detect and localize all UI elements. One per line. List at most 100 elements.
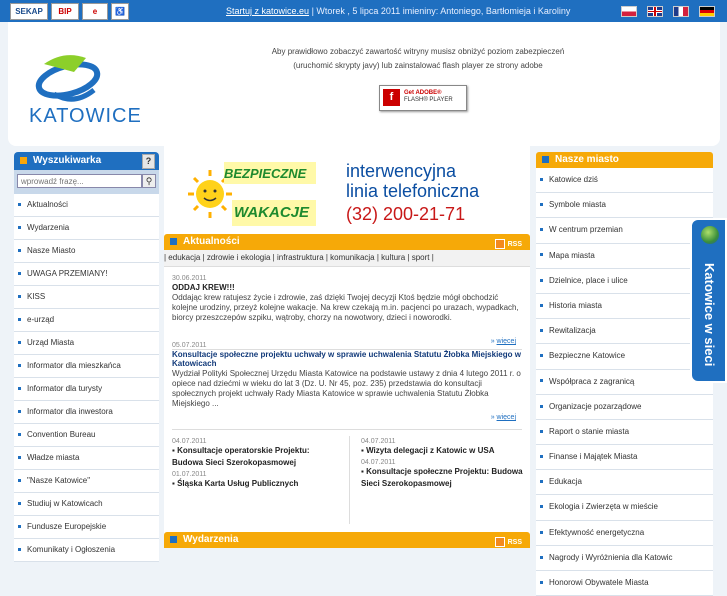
news-date: 04.07.2011 — [361, 459, 396, 466]
bullet-icon — [170, 535, 177, 543]
city-menu-item[interactable]: Bezpieczne Katowice — [536, 344, 713, 370]
news-text: Oddając krew ratujesz życie i zdrowie, z… — [172, 293, 519, 322]
rss-link[interactable]: RSS — [494, 535, 522, 551]
city-menu-item[interactable]: Katowice dziś — [536, 168, 713, 194]
de-flag-icon[interactable] — [699, 6, 715, 17]
sekap-logo[interactable]: SEKAP — [10, 3, 48, 20]
left-menu-item[interactable]: Aktualności — [14, 194, 159, 217]
flash-icon: f — [383, 89, 400, 106]
side-tab-label: Katowice w sieci — [702, 263, 717, 367]
get-flash-button[interactable]: f Get ADOBE® FLASH® PLAYER — [379, 85, 467, 111]
help-button[interactable]: ? — [142, 154, 155, 169]
city-title: Nasze miasto — [555, 154, 619, 165]
city-menu-item[interactable]: Efektywność energetyczna — [536, 520, 713, 546]
left-menu-item[interactable]: Informator dla mieszkańca — [14, 355, 159, 378]
left-menu-item[interactable]: e-urząd — [14, 309, 159, 332]
globe-icon — [701, 226, 719, 244]
city-menu-item[interactable]: Współpraca z zagranicą — [536, 369, 713, 395]
city-menu-item[interactable]: Mapa miasta — [536, 243, 713, 269]
main-content: BEZPIECZNE WAKACJE interwencyjna linia t… — [164, 146, 531, 548]
city-menu-item[interactable]: Rewitalizacja — [536, 319, 713, 345]
left-menu-item[interactable]: Informator dla inwestora — [14, 401, 159, 424]
left-menu-item[interactable]: Wydarzenia — [14, 217, 159, 240]
city-menu-item[interactable]: W centrum przemian — [536, 218, 713, 244]
left-menu: Aktualności Wydarzenia Nasze Miasto UWAG… — [14, 194, 159, 562]
news-title-link[interactable]: ▪ Wizyta delegacji z Katowic w USA — [361, 445, 531, 457]
left-menu-item[interactable]: Informator dla turysty — [14, 378, 159, 401]
news-date: 05.07.2011 — [172, 342, 207, 349]
left-menu-item[interactable]: Nasze Miasto — [14, 240, 159, 263]
news-date: 04.07.2011 — [361, 438, 396, 445]
top-bar: SEKAP BIP e ♿ Startuj z katowice.eu | Wt… — [0, 0, 727, 22]
left-menu-item[interactable]: "Nasze Katowice" — [14, 470, 159, 493]
city-menu-item[interactable]: Nagrody i Wyróżnienia dla Katowic — [536, 545, 713, 571]
e-urzad-logo[interactable]: e — [82, 3, 108, 20]
banner-title-2: WAKACJE — [234, 204, 310, 221]
left-menu-item[interactable]: UWAGA PRZEMIANY! — [14, 263, 159, 286]
city-menu-item[interactable]: Finanse i Majątek Miasta — [536, 445, 713, 471]
search-title: Wyszukiwarka — [33, 155, 102, 166]
bullet-icon — [542, 155, 549, 163]
news-title-link[interactable]: Konsultacje społeczne projektu uchwały w… — [172, 350, 524, 368]
flash-notice: Aby prawidłowo zobaczyć zawartość witryn… — [208, 45, 628, 73]
rss-icon — [494, 537, 505, 548]
hotline-phone: (32) 200-21-71 — [346, 204, 466, 224]
fr-flag-icon[interactable] — [673, 6, 689, 17]
more-link[interactable]: » więcej — [491, 414, 516, 421]
start-link[interactable]: Startuj z katowice.eu — [226, 6, 309, 16]
left-menu-item[interactable]: Studiuj w Katowicach — [14, 493, 159, 516]
city-menu-item[interactable]: Ekologia i Zwierzęta w mieście — [536, 495, 713, 521]
city-menu-item[interactable]: Honorowi Obywatele Miasta — [536, 571, 713, 596]
column-divider — [349, 436, 350, 524]
left-menu-item[interactable]: KISS — [14, 286, 159, 309]
city-menu-item[interactable]: Edukacja — [536, 470, 713, 496]
top-info: Startuj z katowice.eu | Wtorek , 5 lipca… — [226, 6, 570, 16]
news-text: Wydział Polityki Społecznej Urzędu Miast… — [172, 369, 521, 408]
hotline-banner[interactable]: BEZPIECZNE WAKACJE interwencyjna linia t… — [164, 146, 530, 234]
news-list-right: 04.07.2011 ▪ Wizyta delegacji z Katowic … — [361, 436, 531, 490]
news-title-link[interactable]: ▪ Konsultacje społeczne Projektu: Budowa… — [361, 466, 531, 490]
city-header: Nasze miasto — [536, 152, 713, 168]
hotline-line-2: linia telefoniczna — [346, 181, 480, 201]
search-box: ⚲ — [14, 170, 159, 194]
pl-flag-icon[interactable] — [621, 6, 637, 17]
city-menu-item[interactable]: Dzielnice, place i ulice — [536, 268, 713, 294]
city-menu-item[interactable]: Organizacje pozarządowe — [536, 394, 713, 420]
search-icon[interactable]: ⚲ — [142, 174, 156, 188]
divider — [172, 429, 522, 430]
bullet-icon — [170, 237, 177, 245]
search-input[interactable] — [17, 174, 142, 188]
katowice-w-sieci-tab[interactable]: Katowice w sieci — [690, 218, 727, 383]
news-list-left: 04.07.2011 ▪ Konsultacje operatorskie Pr… — [172, 436, 342, 490]
news-date: 30.06.2011 — [172, 275, 207, 282]
left-menu-item[interactable]: Fundusze Europejskie — [14, 516, 159, 539]
left-menu-item[interactable]: Convention Bureau — [14, 424, 159, 447]
city-menu: Katowice dziś Symbole miasta W centrum p… — [536, 168, 713, 596]
rss-icon — [494, 239, 505, 250]
news-header: Aktualności RSS — [164, 234, 530, 250]
left-menu-item[interactable]: Władze miasta — [14, 447, 159, 470]
accessibility-icon[interactable]: ♿ — [111, 3, 129, 20]
en-flag-icon[interactable] — [647, 6, 663, 17]
left-menu-item[interactable]: Komunikaty i Ogłoszenia — [14, 539, 159, 562]
news-title-link[interactable]: ODDAJ KREW!!! — [172, 283, 524, 292]
header: KATOWICE Aby prawidłowo zobaczyć zawarto… — [8, 22, 720, 146]
events-title[interactable]: Wydarzenia — [183, 534, 238, 545]
city-menu-item[interactable]: Symbole miasta — [536, 193, 713, 219]
news-item: 30.06.2011 ODDAJ KREW!!! Oddając krew ra… — [172, 275, 524, 323]
partner-logos: SEKAP BIP e ♿ — [10, 3, 129, 20]
news-title-link[interactable]: ▪ Śląska Karta Usług Publicznych — [172, 478, 342, 490]
search-header: Wyszukiwarka ? — [14, 152, 159, 170]
city-menu-item[interactable]: Raport o stanie miasta — [536, 419, 713, 446]
flash-label: Get ADOBE® FLASH® PLAYER — [404, 90, 453, 103]
logo-text: KATOWICE — [29, 105, 142, 127]
city-menu-item[interactable]: Historia miasta — [536, 293, 713, 320]
katowice-logo-icon[interactable] — [34, 46, 104, 112]
news-title[interactable]: Aktualności — [183, 236, 240, 247]
bullet-icon — [20, 156, 27, 164]
news-categories[interactable]: | edukacja | zdrowie i ekologia | infras… — [164, 250, 530, 267]
news-date: 01.07.2011 — [172, 471, 207, 478]
bip-logo[interactable]: BIP — [51, 3, 79, 20]
news-title-link[interactable]: ▪ Konsultacje operatorskie Projektu: Bud… — [172, 445, 342, 469]
left-menu-item[interactable]: Urząd Miasta — [14, 332, 159, 355]
